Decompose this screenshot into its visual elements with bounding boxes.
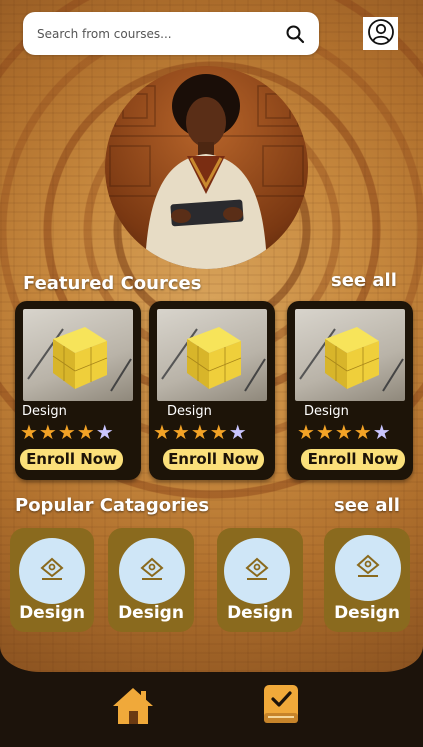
star-empty-icon: ★ <box>95 420 115 444</box>
stack-icon <box>139 557 165 585</box>
enroll-button[interactable]: Enroll Now <box>20 449 123 470</box>
rating-stars: ★★★★★ <box>20 420 115 444</box>
enroll-button[interactable]: Enroll Now <box>163 449 264 470</box>
category-label: Design <box>334 603 400 623</box>
search-input[interactable] <box>37 12 285 55</box>
star-filled-icon: ★★★★ <box>153 420 229 444</box>
category-tile[interactable]: Design <box>10 528 94 632</box>
course-thumbnail <box>295 309 405 401</box>
bottom-navigation <box>0 672 423 747</box>
featured-see-all-link[interactable]: see all <box>331 270 397 291</box>
course-thumbnail <box>23 309 133 401</box>
nav-courses-button[interactable] <box>261 684 301 728</box>
course-thumbnail <box>157 309 267 401</box>
category-icon-circle <box>19 538 85 604</box>
category-icon-circle <box>224 538 290 604</box>
stack-icon <box>244 557 270 585</box>
category-tile[interactable]: Design <box>324 528 410 632</box>
popular-title: Popular Catagories <box>15 495 210 516</box>
enroll-button[interactable]: Enroll Now <box>301 449 405 470</box>
category-label: Design <box>19 603 85 623</box>
search-icon[interactable] <box>285 24 305 44</box>
star-empty-icon: ★ <box>228 420 248 444</box>
search-bar[interactable] <box>23 12 319 55</box>
course-category: Design <box>167 404 212 419</box>
category-label: Design <box>227 603 293 623</box>
course-category: Design <box>304 404 349 419</box>
course-card[interactable]: Design ★★★★★ Enroll Now <box>15 301 141 480</box>
star-filled-icon: ★★★★ <box>297 420 373 444</box>
star-filled-icon: ★★★★ <box>20 420 96 444</box>
category-icon-circle <box>119 538 185 604</box>
category-tile[interactable]: Design <box>217 528 303 632</box>
category-icon-circle <box>335 535 401 601</box>
category-label: Design <box>118 603 184 623</box>
star-empty-icon: ★ <box>372 420 392 444</box>
rating-stars: ★★★★★ <box>153 420 248 444</box>
book-check-icon <box>262 683 300 729</box>
profile-button[interactable] <box>363 17 398 50</box>
nav-home-button[interactable] <box>110 686 156 730</box>
home-icon <box>111 686 155 730</box>
hero-image <box>105 66 308 269</box>
category-tile[interactable]: Design <box>108 528 194 632</box>
featured-title: Featured Cources <box>23 273 202 294</box>
course-card[interactable]: Design ★★★★★ Enroll Now <box>149 301 275 480</box>
user-circle-icon <box>367 18 395 50</box>
course-card[interactable]: Design ★★★★★ Enroll Now <box>287 301 413 480</box>
popular-see-all-link[interactable]: see all <box>334 495 400 516</box>
course-category: Design <box>22 404 67 419</box>
stack-icon <box>39 557 65 585</box>
stack-icon <box>355 554 381 582</box>
rating-stars: ★★★★★ <box>297 420 392 444</box>
